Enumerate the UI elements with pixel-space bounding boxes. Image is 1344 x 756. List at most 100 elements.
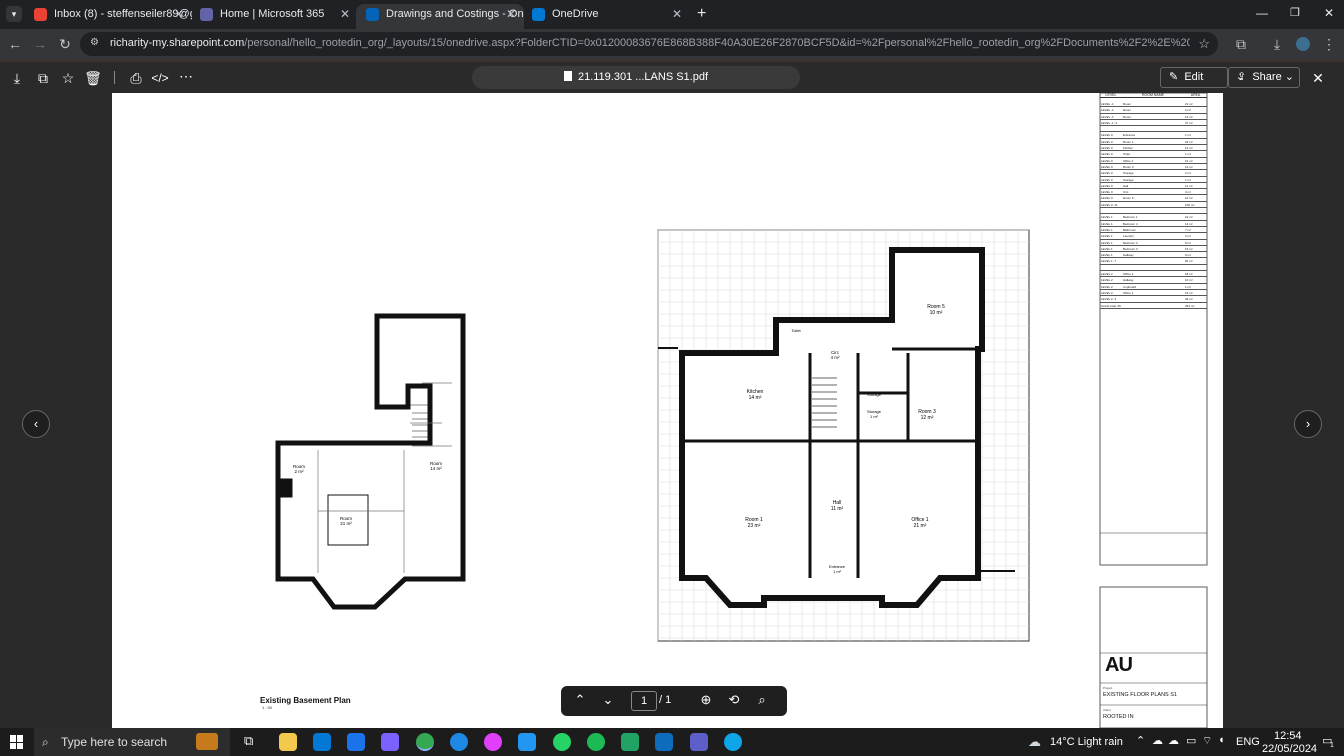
- extensions-icon[interactable]: ⧉: [1232, 36, 1250, 52]
- pdf-file-icon: [563, 71, 572, 81]
- url-path: /personal/hello_rootedin_org/_layouts/15…: [244, 37, 1190, 49]
- minimize-icon[interactable]: —: [1256, 6, 1268, 20]
- toolbar-divider: [114, 71, 115, 84]
- close-window-icon[interactable]: ✕: [1324, 6, 1334, 20]
- back-icon[interactable]: ←: [6, 36, 24, 52]
- url-host: richarity-my.sharepoint.com: [110, 37, 245, 49]
- teams-icon[interactable]: [690, 733, 708, 751]
- basement-plan-scale: 1 : 50: [262, 705, 273, 710]
- schedule-cell: Bedroom 2: [1123, 240, 1138, 245]
- cloud-tray-icon[interactable]: ☁: [1168, 734, 1179, 747]
- profile-avatar[interactable]: [1296, 37, 1310, 51]
- schedule-cell: LEVEL 0: [1101, 133, 1113, 138]
- schedule-cell: 21 m²: [1185, 215, 1193, 220]
- pencil-icon: ✎: [1169, 71, 1179, 83]
- site-info-icon[interactable]: ⚙: [90, 37, 99, 48]
- download-icon[interactable]: ⤓: [8, 70, 26, 86]
- reload-icon[interactable]: ↻: [56, 36, 74, 52]
- file-explorer-icon[interactable]: [279, 733, 297, 751]
- close-tab-icon[interactable]: ✕: [506, 4, 516, 25]
- outlook-icon[interactable]: [655, 733, 673, 751]
- schedule-cell: 16 m²: [1185, 246, 1193, 251]
- restore-icon[interactable]: ❐: [1290, 6, 1300, 19]
- show-hidden-icons[interactable]: ⌃: [1136, 734, 1145, 747]
- print-icon[interactable]: ⎙: [127, 70, 145, 86]
- search-icon[interactable]: ⌕: [753, 692, 771, 708]
- onedrive-icon: [532, 8, 545, 21]
- bookmark-star-icon[interactable]: ☆: [1198, 36, 1210, 52]
- schedule-cell: LEVEL 0: [1101, 190, 1113, 195]
- pen-icon[interactable]: [518, 733, 536, 751]
- copy-icon[interactable]: ⧉: [34, 70, 52, 86]
- forward-icon[interactable]: →: [31, 36, 49, 52]
- schedule-cell: Storage: [1123, 177, 1134, 182]
- visual-studio-icon[interactable]: [381, 733, 399, 751]
- close-tab-icon[interactable]: ✕: [672, 4, 682, 25]
- schedule-cell: 10 m²: [1185, 278, 1193, 283]
- task-view-icon[interactable]: ⧉: [244, 733, 253, 749]
- zoom-in-icon[interactable]: ⊕: [697, 692, 715, 708]
- rotate-icon[interactable]: ⟲: [725, 692, 743, 708]
- mail-icon[interactable]: [347, 733, 365, 751]
- schedule-cell: Circ: [1123, 190, 1129, 195]
- edit-button[interactable]: ✎ Edit ⌄: [1160, 67, 1245, 88]
- clock-date[interactable]: 22/05/2024: [1262, 743, 1317, 755]
- close-tab-icon[interactable]: ✕: [174, 4, 184, 25]
- edge-icon[interactable]: [724, 733, 742, 751]
- schedule-cell: LEVEL 0: [1101, 183, 1113, 188]
- copilot-icon[interactable]: [450, 733, 468, 751]
- itunes-icon[interactable]: [484, 733, 502, 751]
- whatsapp-icon[interactable]: [553, 733, 571, 751]
- store-icon[interactable]: [313, 733, 331, 751]
- microsoft-365-icon: [200, 8, 213, 21]
- search-placeholder: Type here to search: [61, 735, 168, 749]
- download-icon[interactable]: ⤓: [1268, 36, 1286, 52]
- new-tab-button[interactable]: +: [697, 5, 706, 23]
- next-file-arrow[interactable]: ›: [1294, 410, 1322, 438]
- network-icon[interactable]: ⌔: [1202, 734, 1212, 748]
- favorite-star-icon[interactable]: ☆: [59, 70, 77, 86]
- onedrive-tray-icon[interactable]: ☁: [1152, 734, 1163, 747]
- tab-drawings-and-costings[interactable]: Drawings and Costings - OneD ✕: [356, 4, 524, 29]
- weather-text[interactable]: 14°C Light rain: [1050, 736, 1123, 748]
- schedule-cell: 21 m²: [1185, 158, 1193, 163]
- pdf-viewer: ‹ › Kitchen 14 m² Room 3 12 m² Room 5 10…: [0, 93, 1344, 728]
- language-indicator[interactable]: ENG: [1236, 736, 1260, 748]
- pdf-page[interactable]: Kitchen 14 m² Room 3 12 m² Room 5 10 m² Toi…: [112, 93, 1223, 728]
- previous-file-arrow[interactable]: ‹: [22, 410, 50, 438]
- chrome-icon[interactable]: [416, 733, 434, 751]
- page-navigation-controls: ⌃ ⌄ 1 / 1 ⊕ ⟲ ⌕: [561, 686, 787, 716]
- tab-search-button[interactable]: ▾: [6, 6, 22, 22]
- basement-plan-title: Existing Basement Plan: [260, 696, 351, 705]
- tab-gmail[interactable]: Inbox (8) - steffenseiler89@gm ✕: [24, 4, 192, 29]
- schedule-cell: LEVEL 1: [1101, 253, 1113, 258]
- tab-title: Drawings and Costings - OneD: [386, 8, 524, 20]
- more-options-icon[interactable]: ⋮: [1320, 36, 1338, 52]
- spotify-icon[interactable]: [587, 733, 605, 751]
- next-page-icon[interactable]: ⌄: [599, 692, 617, 708]
- share-button[interactable]: ⇪ Share ⌄: [1228, 67, 1300, 88]
- schedule-cell: [1184, 265, 1207, 270]
- page-number-input[interactable]: 1: [631, 691, 657, 711]
- battery-icon[interactable]: ▭: [1186, 734, 1196, 747]
- schedule-cell: LEVEL 0: [1101, 164, 1113, 169]
- embed-code-icon[interactable]: </>: [151, 70, 169, 86]
- tab-onedrive[interactable]: OneDrive ✕: [522, 4, 690, 29]
- windows-start-icon[interactable]: [10, 735, 24, 749]
- schedule-cell: LEVEL -1: [1101, 108, 1114, 113]
- schedule-cell: Bedroom 1: [1123, 215, 1138, 220]
- delete-icon[interactable]: 🗑: [84, 70, 102, 86]
- previous-page-icon[interactable]: ⌃: [571, 692, 589, 708]
- excel-tool-icon[interactable]: [621, 733, 639, 751]
- room-label-hall: Hall 11 m²: [830, 500, 844, 512]
- close-viewer-icon[interactable]: ✕: [1309, 70, 1327, 86]
- schedule-cell: [1122, 303, 1184, 308]
- schedule-cell: 1 m²: [1185, 284, 1191, 289]
- close-tab-icon[interactable]: ✕: [340, 4, 350, 25]
- clock-time[interactable]: 12:54: [1274, 730, 1302, 742]
- schedule-cell: 2 m²: [1185, 171, 1191, 176]
- address-bar[interactable]: ⚙ richarity-my.sharepoint.com/personal/h…: [80, 32, 1218, 56]
- volume-icon[interactable]: ◖: [1218, 734, 1225, 746]
- more-actions-icon[interactable]: ⋯: [177, 68, 195, 84]
- tab-microsoft-365[interactable]: Home | Microsoft 365 ✕: [190, 4, 358, 29]
